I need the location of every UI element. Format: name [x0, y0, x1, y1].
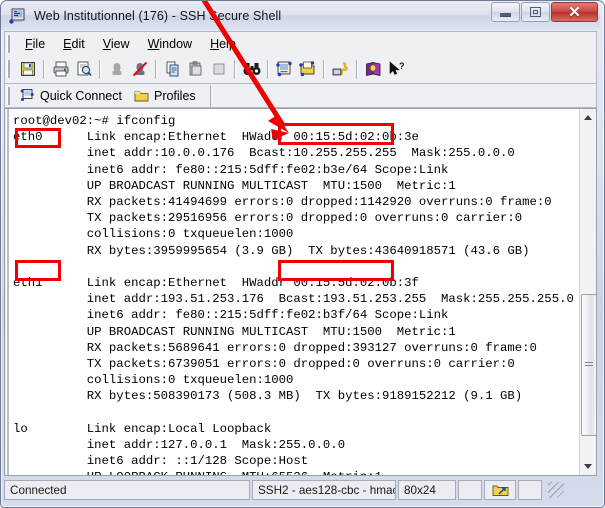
caption-buttons: ✕ [490, 2, 598, 22]
menu-bar: File Edit View Window Help [4, 31, 597, 55]
quick-connect-button[interactable]: Quick Connect [16, 86, 130, 106]
terminal-line: eth1 Link encap:Ethernet HWaddr 00:15:5d… [13, 275, 578, 291]
maximize-icon [530, 7, 541, 17]
print-preview-icon[interactable] [72, 58, 95, 80]
terminal-line: UP BROADCAST RUNNING MULTICAST MTU:1500 … [13, 178, 578, 194]
menu-item-file[interactable]: File [16, 35, 54, 53]
profiles-button[interactable]: Profiles [130, 86, 204, 106]
quick-connect-icon [20, 88, 35, 103]
menu-drag-grip[interactable] [7, 35, 13, 53]
terminal-line: inet6 addr: fe80::215:5dff:fe02:b3e/64 S… [13, 162, 578, 178]
terminal-vertical-scrollbar[interactable] [579, 109, 596, 475]
terminal-line: eth0 Link encap:Ethernet HWaddr 00:15:5d… [13, 129, 578, 145]
main-toolbar: ? [4, 55, 597, 84]
status-bar: Connected SSH2 - aes128-cbc - hmac-md5 -… [4, 477, 597, 503]
toolbar-separator [155, 60, 157, 79]
quickbar-drag-grip[interactable] [7, 87, 13, 105]
print-icon[interactable] [49, 58, 72, 80]
window-title: Web Institutionnel (176) - SSH Secure Sh… [34, 9, 281, 23]
terminal-line: inet addr:193.51.253.176 Bcast:193.51.25… [13, 291, 578, 307]
status-cipher: SSH2 - aes128-cbc - hmac-md5 - nc [252, 480, 396, 500]
terminal-line: collisions:0 txqueuelen:1000 [13, 372, 578, 388]
connect-icon[interactable] [105, 58, 128, 80]
terminal-line: TX packets:6739051 errors:0 dropped:0 ov… [13, 356, 578, 372]
settings-icon[interactable] [329, 58, 352, 80]
terminal-line: RX bytes:3959995654 (3.9 GB) TX bytes:43… [13, 243, 578, 259]
terminal-line: UP LOOPBACK RUNNING MTU:65536 Metric:1 [13, 469, 578, 475]
terminal-panel: root@dev02:~# ifconfigeth0 Link encap:Et… [4, 108, 597, 476]
terminal-line: inet addr:127.0.0.1 Mask:255.0.0.0 [13, 437, 578, 453]
terminal-output[interactable]: root@dev02:~# ifconfigeth0 Link encap:Et… [5, 109, 578, 475]
clear-icon[interactable] [207, 58, 230, 80]
close-icon: ✕ [568, 5, 581, 20]
terminal-line: RX bytes:508390173 (508.3 MB) TX bytes:9… [13, 388, 578, 404]
save-icon[interactable] [16, 58, 39, 80]
menu-item-window[interactable]: Window [139, 35, 201, 53]
find-icon[interactable] [240, 58, 263, 80]
menu-item-view[interactable]: View [94, 35, 139, 53]
terminal-line: collisions:0 txqueuelen:1000 [13, 226, 578, 242]
title-bar[interactable]: Web Institutionnel (176) - SSH Secure Sh… [1, 1, 600, 30]
maximize-button[interactable] [521, 2, 550, 22]
menu-item-edit[interactable]: Edit [54, 35, 94, 53]
terminal-line: inet6 addr: fe80::215:5dff:fe02:b3f/64 S… [13, 307, 578, 323]
status-terminal-size: 80x24 [398, 480, 456, 500]
scrollbar-thumb-grip [585, 362, 593, 368]
context-help-icon[interactable]: ? [385, 58, 408, 80]
toolbar-separator [267, 60, 269, 79]
minimize-icon [500, 13, 511, 17]
ssh-secure-shell-window: Web Institutionnel (176) - SSH Secure Sh… [0, 0, 605, 508]
terminal-line: RX packets:41494699 errors:0 dropped:114… [13, 194, 578, 210]
download-icon[interactable] [296, 58, 319, 80]
scrollbar-thumb[interactable] [581, 294, 597, 436]
toolbar-separator [356, 60, 358, 79]
terminal-line: UP BROADCAST RUNNING MULTICAST MTU:1500 … [13, 324, 578, 340]
terminal-line: RX packets:5689641 errors:0 dropped:3931… [13, 340, 578, 356]
svg-text:?: ? [399, 61, 405, 71]
terminal-line: root@dev02:~# ifconfig [13, 113, 578, 129]
terminal-line: inet addr:10.0.0.176 Bcast:10.255.255.25… [13, 145, 578, 161]
quick-connect-label: Quick Connect [40, 89, 122, 103]
scroll-down-button[interactable] [580, 458, 596, 475]
help-book-icon[interactable] [362, 58, 385, 80]
paste-icon[interactable] [184, 58, 207, 80]
quickbar-divider [210, 85, 211, 107]
copy-icon[interactable] [161, 58, 184, 80]
disconnect-icon[interactable] [128, 58, 151, 80]
toolbar-drag-grip[interactable] [7, 60, 13, 78]
menu-item-help[interactable]: Help [201, 35, 245, 53]
toolbar-separator [99, 60, 101, 79]
chevron-up-icon [584, 115, 592, 120]
terminal-line [13, 405, 578, 421]
terminal-left-edge [5, 109, 10, 475]
terminal-lines-container: root@dev02:~# ifconfigeth0 Link encap:Et… [13, 113, 578, 475]
minimize-button[interactable] [491, 2, 520, 22]
ssh-terminal-icon [9, 8, 26, 25]
status-blank-left [458, 480, 482, 500]
terminal-line: lo Link encap:Local Loopback [13, 421, 578, 437]
terminal-line: TX packets:29516956 errors:0 dropped:0 o… [13, 210, 578, 226]
toolbar-separator [323, 60, 325, 79]
scroll-up-button[interactable] [580, 109, 596, 126]
terminal-line [13, 259, 578, 275]
status-connection: Connected [4, 480, 250, 500]
resize-grip[interactable] [548, 482, 564, 498]
status-transfer-icon [484, 480, 516, 500]
close-button[interactable]: ✕ [551, 2, 598, 22]
upload-icon[interactable] [273, 58, 296, 80]
quick-connect-toolbar: Quick Connect Profiles [4, 84, 597, 108]
profiles-label: Profiles [154, 89, 196, 103]
toolbar-separator [234, 60, 236, 79]
status-blank-right [518, 480, 542, 500]
toolbar-separator [43, 60, 45, 79]
screenshot-root: Web Institutionnel (176) - SSH Secure Sh… [0, 0, 605, 508]
terminal-line: inet6 addr: ::1/128 Scope:Host [13, 453, 578, 469]
chevron-down-icon [584, 464, 592, 469]
folder-icon [134, 89, 149, 103]
